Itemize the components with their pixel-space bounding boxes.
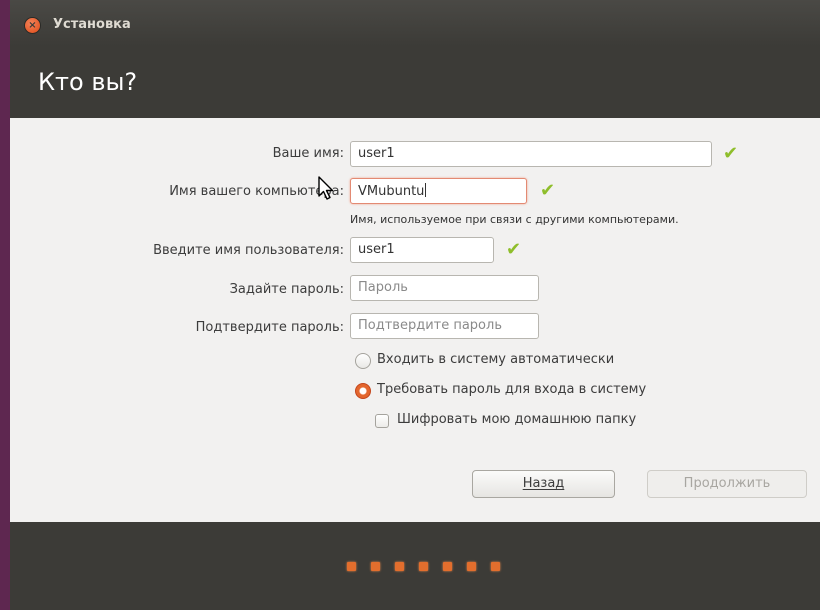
confirm-password-input[interactable]: Подтвердите пароль [350, 313, 539, 339]
auto-login-radio[interactable] [355, 353, 371, 369]
computer-name-hint: Имя, используемое при связи с другими ко… [350, 213, 679, 226]
password-label: Задайте пароль: [229, 282, 344, 297]
progress-dot [347, 562, 356, 571]
window-title: Установка [53, 17, 131, 32]
password-input[interactable]: Пароль [350, 275, 539, 301]
text-caret [425, 183, 427, 197]
require-password-radio[interactable] [355, 383, 371, 399]
your-name-input[interactable]: user1 [350, 141, 712, 167]
progress-dot [371, 562, 380, 571]
form-area: Ваше имя: user1 ✔ Имя вашего компьютера:… [10, 118, 820, 522]
title-bar: × Установка [10, 0, 820, 46]
page-title: Кто вы? [38, 68, 138, 96]
page-header: Кто вы? [10, 46, 820, 118]
progress-dot [395, 562, 404, 571]
your-name-valid-check-icon: ✔ [723, 143, 739, 164]
back-button[interactable]: Назад [472, 470, 615, 498]
continue-button-label: Продолжить [683, 476, 771, 491]
auto-login-label[interactable]: Входить в систему автоматически [377, 352, 614, 367]
require-password-label[interactable]: Требовать пароль для входа в систему [377, 382, 646, 397]
close-icon: × [28, 20, 37, 31]
computer-name-input[interactable]: VMubuntu [350, 178, 527, 204]
progress-dot [419, 562, 428, 571]
encrypt-home-checkbox[interactable] [375, 414, 389, 428]
desktop-edge [0, 0, 10, 610]
your-name-label: Ваше имя: [272, 146, 344, 161]
progress-dot [443, 562, 452, 571]
progress-dot [467, 562, 476, 571]
encrypt-home-label[interactable]: Шифровать мою домашнюю папку [397, 412, 636, 427]
username-valid-check-icon: ✔ [506, 239, 522, 260]
progress-dot [491, 562, 500, 571]
confirm-password-label: Подтвердите пароль: [195, 320, 344, 335]
installer-window: × Установка Кто вы? Ваше имя: user1 ✔ Им… [10, 0, 820, 610]
computer-name-value: VMubuntu [358, 184, 425, 199]
computer-name-valid-check-icon: ✔ [540, 180, 556, 201]
close-button[interactable]: × [25, 18, 40, 33]
continue-button[interactable]: Продолжить [647, 470, 807, 498]
username-label: Введите имя пользователя: [153, 243, 344, 258]
progress-footer [10, 522, 820, 610]
mouse-pointer-icon [318, 176, 334, 200]
username-input[interactable]: user1 [350, 237, 494, 263]
back-button-label: Назад [522, 476, 565, 491]
